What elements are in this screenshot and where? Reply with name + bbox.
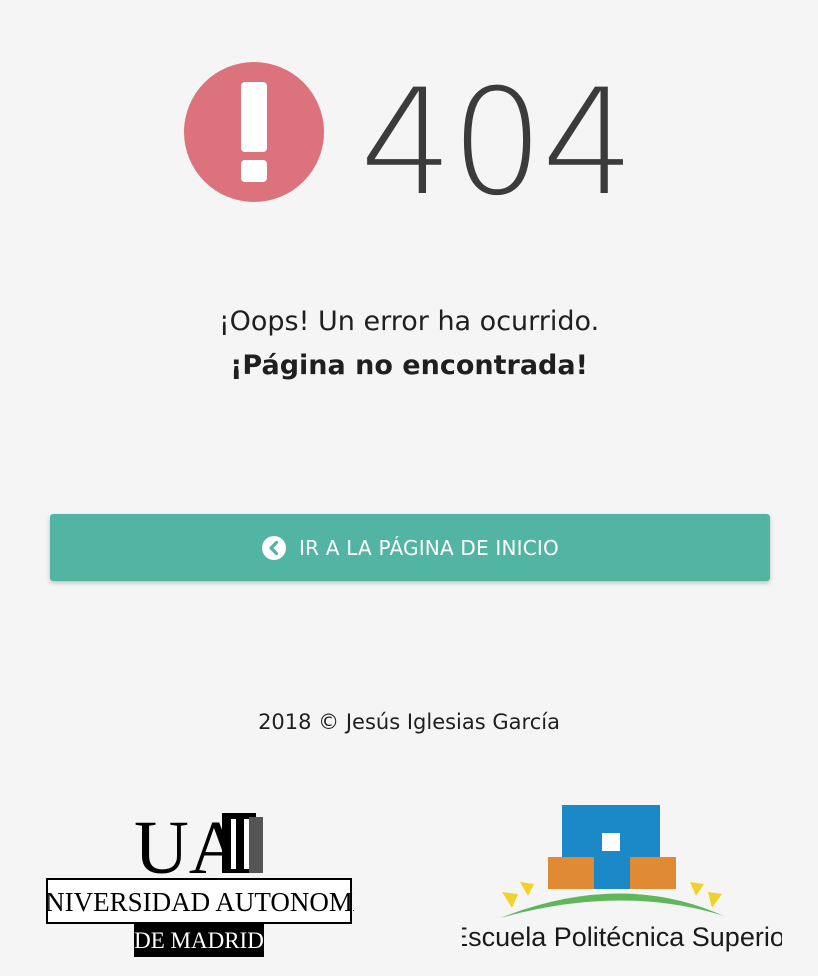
uam-logo: UA UNIVERSIDAD AUTONOMA DE MADRID xyxy=(26,803,373,959)
footer-copyright: 2018 © Jesús Iglesias García xyxy=(258,710,560,734)
error-message: ¡Oops! Un error ha ocurrido. ¡Página no … xyxy=(0,300,818,388)
error-message-text: ¡Oops! Un error ha ocurrido. xyxy=(218,306,600,337)
error-detail-text: ¡Página no encontrada! xyxy=(230,350,588,381)
error-code: 404 xyxy=(360,58,635,228)
exclamation-circle-icon xyxy=(184,62,324,202)
eps-name: Escuela Politécnica Superior xyxy=(462,922,782,952)
chevron-circle-left-icon xyxy=(261,535,287,561)
eps-logo: Escuela Politécnica Superior xyxy=(450,800,794,960)
go-home-button[interactable]: IR A LA PÁGINA DE INICIO xyxy=(50,514,770,581)
error-hero: 404 xyxy=(0,62,818,222)
uam-name: UNIVERSIDAD AUTONOMA xyxy=(46,887,354,917)
uam-subname: DE MADRID xyxy=(134,928,264,953)
go-home-button-label: IR A LA PÁGINA DE INICIO xyxy=(299,535,559,560)
